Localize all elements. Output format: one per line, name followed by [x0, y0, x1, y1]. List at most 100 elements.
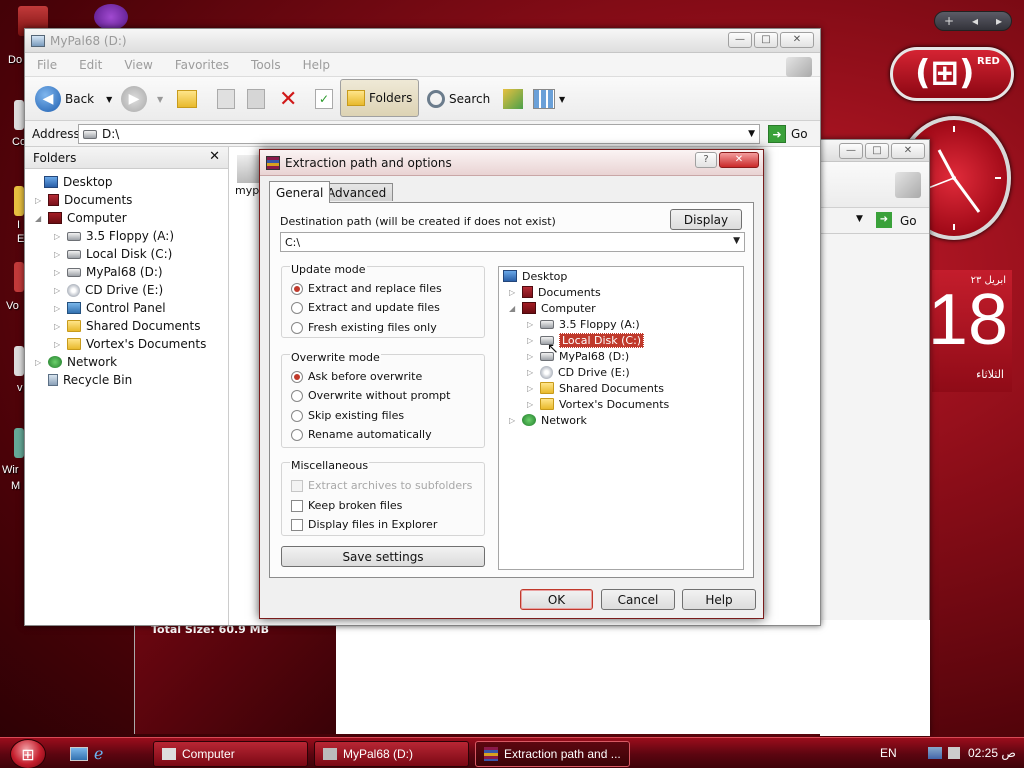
- desktop-icon-folder[interactable]: [14, 346, 24, 376]
- destination-folder-tree[interactable]: Desktop ▷ Documents ◢ Computer ▷ 3.5 Floppy…: [498, 266, 744, 570]
- chevron-down-icon[interactable]: ▼: [748, 129, 755, 139]
- chevron-down-icon[interactable]: ▼: [733, 236, 740, 246]
- go-button[interactable]: Go: [791, 127, 808, 141]
- next-icon[interactable]: ▸: [996, 14, 1002, 28]
- tree-item-shared-docs[interactable]: ▷ Shared Documents: [54, 317, 200, 335]
- expand-icon[interactable]: ▷: [527, 384, 535, 393]
- show-desktop-icon[interactable]: [70, 747, 88, 761]
- maximize-button[interactable]: □: [754, 32, 778, 48]
- views-button[interactable]: ▼: [533, 85, 565, 113]
- expand-icon[interactable]: ▷: [527, 352, 535, 361]
- taskbar-button-computer[interactable]: Computer: [153, 741, 308, 767]
- expand-icon[interactable]: ▷: [54, 268, 62, 277]
- menu-file[interactable]: File: [37, 58, 57, 72]
- network-tray-icon[interactable]: [928, 747, 942, 759]
- add-gadget-icon[interactable]: +: [944, 14, 954, 28]
- sync-button[interactable]: [503, 85, 523, 113]
- expand-icon[interactable]: ▷: [35, 358, 43, 367]
- radio-overwrite-without[interactable]: Overwrite without prompt: [291, 389, 450, 402]
- expand-icon[interactable]: ▷: [35, 196, 43, 205]
- go-arrow-icon[interactable]: ➜: [876, 212, 892, 228]
- check-display-explorer[interactable]: Display files in Explorer: [291, 518, 437, 531]
- start-button[interactable]: ⊞: [10, 739, 46, 768]
- display-button[interactable]: Display: [670, 209, 742, 230]
- chevron-down-icon[interactable]: ▼: [559, 95, 565, 104]
- help-question-button[interactable]: ?: [695, 152, 717, 168]
- radio-rename-auto[interactable]: Rename automatically: [291, 428, 432, 441]
- expand-icon[interactable]: ▷: [509, 416, 517, 425]
- search-button[interactable]: Search: [427, 85, 490, 113]
- content-item[interactable]: myp: [235, 155, 259, 197]
- ok-button[interactable]: OK: [520, 589, 593, 610]
- menu-view[interactable]: View: [124, 58, 152, 72]
- tree-item-cd-drive[interactable]: ▷ CD Drive (E:): [54, 281, 163, 299]
- tree-item-mypal[interactable]: ▷ MyPal68 (D:): [54, 263, 163, 281]
- tree-item-desktop[interactable]: Desktop: [31, 173, 113, 191]
- save-settings-button[interactable]: Save settings: [281, 546, 485, 567]
- desktop-icon-winamp[interactable]: [14, 428, 24, 458]
- delete-button[interactable]: ✕: [279, 85, 297, 113]
- address-input[interactable]: D:\ ▼: [78, 124, 760, 144]
- desktop-icon-volume[interactable]: [14, 262, 24, 292]
- tree-item-control-panel[interactable]: ▷ Control Panel: [54, 299, 166, 317]
- dialog-titlebar[interactable]: Extraction path and options ? ✕: [260, 150, 763, 176]
- close-icon[interactable]: ✕: [209, 149, 220, 164]
- menu-favorites[interactable]: Favorites: [175, 58, 229, 72]
- expand-icon[interactable]: ▷: [527, 320, 535, 329]
- collapse-icon[interactable]: ◢: [509, 304, 517, 313]
- help-button[interactable]: Help: [682, 589, 756, 610]
- properties-button[interactable]: ✓: [315, 85, 333, 113]
- desktop-icon-computer[interactable]: [14, 100, 24, 130]
- destination-path-combo[interactable]: C:\ ▼: [280, 232, 745, 252]
- close-button[interactable]: ✕: [719, 152, 759, 168]
- tree-item-network[interactable]: ▷ Network: [509, 411, 587, 429]
- folders-button[interactable]: Folders: [340, 79, 420, 117]
- back-button[interactable]: ◀ Back ▼: [35, 85, 112, 113]
- maximize-button[interactable]: □: [865, 143, 889, 159]
- expand-icon[interactable]: ▷: [54, 304, 62, 313]
- expand-icon[interactable]: ▷: [509, 288, 517, 297]
- language-indicator[interactable]: EN: [880, 746, 897, 760]
- tree-item-computer[interactable]: ◢ Computer: [35, 209, 127, 227]
- check-keep-broken[interactable]: Keep broken files: [291, 499, 402, 512]
- radio-extract-update[interactable]: Extract and update files: [291, 301, 440, 314]
- ie-icon[interactable]: ℯ: [94, 744, 103, 763]
- radio-extract-replace[interactable]: Extract and replace files: [291, 282, 442, 295]
- taskbar-button-mypal[interactable]: MyPal68 (D:): [314, 741, 469, 767]
- tree-item-documents[interactable]: ▷ Documents: [35, 191, 132, 209]
- menu-edit[interactable]: Edit: [79, 58, 102, 72]
- prev-icon[interactable]: ◂: [972, 14, 978, 28]
- go-arrow-icon[interactable]: ➜: [768, 125, 786, 143]
- address-dropdown-icon[interactable]: ▼: [856, 214, 863, 224]
- tray-clock[interactable]: 02:25 ص: [968, 746, 1016, 760]
- go-label[interactable]: Go: [900, 214, 917, 228]
- expand-icon[interactable]: ▷: [54, 286, 62, 295]
- chevron-down-icon[interactable]: ▼: [106, 95, 112, 104]
- expand-icon[interactable]: ▷: [54, 340, 62, 349]
- menu-help[interactable]: Help: [303, 58, 330, 72]
- expand-icon[interactable]: ▷: [54, 250, 62, 259]
- up-folder-button[interactable]: [177, 85, 197, 113]
- tab-advanced[interactable]: Advanced: [320, 183, 394, 201]
- copy-to-button[interactable]: [217, 85, 235, 113]
- menu-tools[interactable]: Tools: [251, 58, 281, 72]
- tree-item-recycle-bin[interactable]: Recycle Bin: [35, 371, 132, 389]
- tab-general[interactable]: General: [269, 181, 331, 203]
- chevron-down-icon[interactable]: ▼: [157, 95, 163, 104]
- tree-item-network[interactable]: ▷ Network: [35, 353, 117, 371]
- move-to-button[interactable]: [247, 85, 265, 113]
- minimize-button[interactable]: —: [839, 143, 863, 159]
- close-button[interactable]: ✕: [780, 32, 814, 48]
- desktop-icon-yahoo[interactable]: [94, 4, 128, 30]
- expand-icon[interactable]: ▷: [527, 336, 535, 345]
- close-button[interactable]: ✕: [891, 143, 925, 159]
- expand-icon[interactable]: ▷: [527, 400, 535, 409]
- tree-item-local-disk[interactable]: ▷ Local Disk (C:): [54, 245, 172, 263]
- calendar-gadget[interactable]: ابريل ٢٣ 18 الثلاثاء: [928, 270, 1012, 392]
- expand-icon[interactable]: ▷: [54, 322, 62, 331]
- volume-tray-icon[interactable]: [948, 747, 960, 759]
- tree-item-vortex-docs[interactable]: ▷ Vortex's Documents: [54, 335, 206, 353]
- expand-icon[interactable]: ▷: [54, 232, 62, 241]
- extraction-dialog[interactable]: Extraction path and options ? ✕ General …: [259, 149, 764, 619]
- expand-icon[interactable]: ▷: [527, 368, 535, 377]
